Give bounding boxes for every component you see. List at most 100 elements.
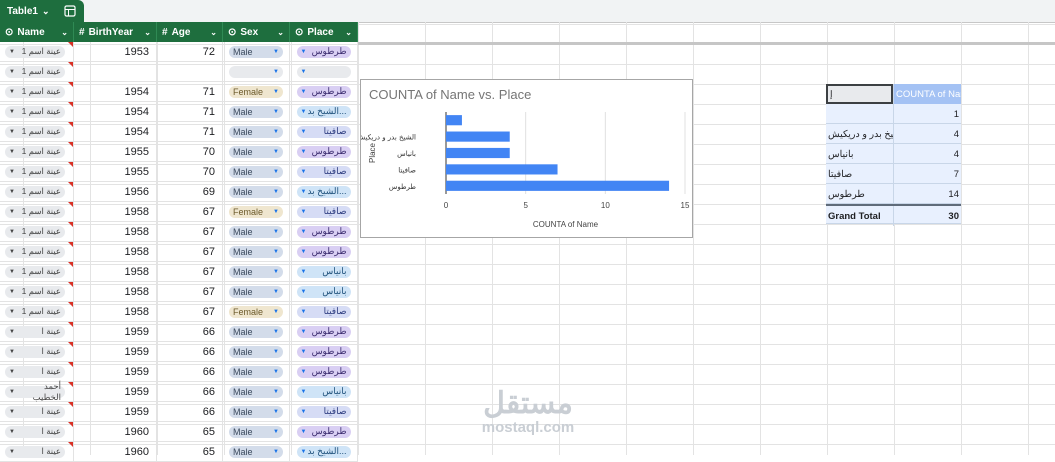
sex-chip[interactable]: Female ▼ bbox=[229, 85, 283, 98]
pivot-corner-cell[interactable]: إ bbox=[826, 84, 893, 104]
pivot-row[interactable]: بانياس 4 bbox=[826, 144, 961, 164]
place-cell[interactable]: ▼ طرطوس bbox=[290, 322, 358, 341]
dropdown-arrow-icon[interactable]: ▼ bbox=[9, 249, 15, 255]
name-cell[interactable]: عينة اسم 1 ▼ bbox=[0, 102, 74, 121]
dropdown-arrow-icon[interactable]: ▼ bbox=[273, 249, 279, 255]
dropdown-arrow-icon[interactable]: ▼ bbox=[301, 289, 307, 295]
dropdown-arrow-icon[interactable]: ▼ bbox=[273, 89, 279, 95]
place-chip[interactable]: ▼ طرطوس bbox=[296, 325, 351, 338]
birthyear-cell[interactable]: 1958 bbox=[74, 222, 157, 241]
table-row[interactable]: عينة اسم 1 ▼ 1958 67 Female ▼ ▼ صافيتا bbox=[0, 202, 358, 222]
table-row[interactable]: عينة اسم 1 ▼ 1956 69 Male ▼ ▼ الشيخ بد... bbox=[0, 182, 358, 202]
dropdown-arrow-icon[interactable]: ▼ bbox=[9, 289, 15, 295]
name-cell[interactable]: عينة اسم 1 ▼ bbox=[0, 62, 74, 81]
dropdown-arrow-icon[interactable]: ▼ bbox=[301, 329, 307, 335]
birthyear-cell[interactable]: 1958 bbox=[74, 202, 157, 221]
age-cell[interactable]: 67 bbox=[157, 282, 223, 301]
name-cell[interactable]: أحمد الخطيب ▼ bbox=[0, 381, 74, 402]
name-chip[interactable]: عينة اسم 1 ▼ bbox=[5, 205, 65, 218]
place-chip[interactable]: ▼ طرطوس bbox=[296, 365, 351, 378]
dropdown-arrow-icon[interactable]: ▼ bbox=[9, 269, 15, 275]
name-chip[interactable]: عينة اسم 1 ▼ bbox=[5, 185, 65, 198]
sex-chip[interactable]: Male ▼ bbox=[229, 45, 283, 58]
place-chip[interactable]: ▼ صافيتا bbox=[296, 125, 351, 138]
dropdown-arrow-icon[interactable]: ▼ bbox=[301, 369, 307, 375]
dropdown-arrow-icon[interactable]: ▼ bbox=[9, 189, 15, 195]
dropdown-arrow-icon[interactable]: ▼ bbox=[9, 49, 15, 55]
place-cell[interactable]: ▼ طرطوس bbox=[290, 362, 358, 381]
dropdown-arrow-icon[interactable]: ▼ bbox=[9, 229, 15, 235]
sex-cell[interactable]: Male ▼ bbox=[223, 102, 290, 121]
name-cell[interactable]: عينة اسم 1 ▼ bbox=[0, 42, 74, 61]
dropdown-arrow-icon[interactable]: ▼ bbox=[9, 129, 15, 135]
age-cell[interactable]: 66 bbox=[157, 342, 223, 361]
dropdown-arrow-icon[interactable]: ▼ bbox=[273, 129, 279, 135]
pivot-row[interactable]: صافيتا 7 bbox=[826, 164, 961, 184]
dropdown-arrow-icon[interactable]: ▼ bbox=[301, 149, 307, 155]
age-cell[interactable]: 66 bbox=[157, 382, 223, 401]
name-cell[interactable]: عينة ا ▼ bbox=[0, 322, 74, 341]
place-cell[interactable]: ▼ طرطوس bbox=[290, 142, 358, 161]
sex-chip[interactable]: Male ▼ bbox=[229, 225, 283, 238]
place-chip[interactable]: ▼ الشيخ بد... bbox=[296, 105, 351, 118]
sex-cell[interactable]: Male ▼ bbox=[223, 322, 290, 341]
name-chip[interactable]: عينة اسم 1 ▼ bbox=[5, 305, 65, 318]
dropdown-arrow-icon[interactable]: ▼ bbox=[301, 189, 307, 195]
place-chip[interactable]: ▼ صافيتا bbox=[296, 405, 351, 418]
table-row[interactable]: عينة اسم 1 ▼ ▼ ▼ bbox=[0, 62, 358, 82]
place-chip[interactable]: ▼ طرطوس bbox=[296, 145, 351, 158]
name-cell[interactable]: عينة اسم 1 ▼ bbox=[0, 302, 74, 321]
age-cell[interactable]: 67 bbox=[157, 202, 223, 221]
place-cell[interactable]: ▼ صافيتا bbox=[290, 402, 358, 421]
table-row[interactable]: عينة اسم 1 ▼ 1954 71 Male ▼ ▼ صافيتا bbox=[0, 122, 358, 142]
column-header-age[interactable]: # Age ⌄ bbox=[157, 22, 223, 42]
age-cell[interactable]: 70 bbox=[157, 162, 223, 181]
place-cell[interactable]: ▼ بانياس bbox=[290, 282, 358, 301]
name-chip[interactable]: عينة اسم 1 ▼ bbox=[5, 45, 65, 58]
place-cell[interactable]: ▼ الشيخ بد... bbox=[290, 182, 358, 201]
dropdown-arrow-icon[interactable]: ▼ bbox=[301, 89, 307, 95]
dropdown-arrow-icon[interactable]: ▼ bbox=[9, 409, 15, 415]
birthyear-cell[interactable]: 1959 bbox=[74, 342, 157, 361]
table-row[interactable]: عينة ا ▼ 1959 66 Male ▼ ▼ صافيتا bbox=[0, 402, 358, 422]
dropdown-arrow-icon[interactable]: ▼ bbox=[9, 109, 15, 115]
sex-chip[interactable]: Male ▼ bbox=[229, 265, 283, 278]
name-cell[interactable]: عينة اسم 1 ▼ bbox=[0, 202, 74, 221]
sex-cell[interactable]: Male ▼ bbox=[223, 422, 290, 441]
place-cell[interactable]: ▼ صافيتا bbox=[290, 302, 358, 321]
place-cell[interactable]: ▼ bbox=[290, 62, 358, 81]
pivot-row[interactable]: 1 bbox=[826, 104, 961, 124]
name-cell[interactable]: عينة ا ▼ bbox=[0, 342, 74, 361]
name-chip[interactable]: عينة اسم 1 ▼ bbox=[5, 225, 65, 238]
place-chip[interactable]: ▼ الشيخ بد... bbox=[296, 445, 351, 458]
dropdown-arrow-icon[interactable]: ▼ bbox=[9, 149, 15, 155]
name-cell[interactable]: عينة ا ▼ bbox=[0, 402, 74, 421]
age-cell[interactable]: 67 bbox=[157, 222, 223, 241]
sex-chip[interactable]: Male ▼ bbox=[229, 345, 283, 358]
column-header-birthyear[interactable]: # BirthYear ⌄ bbox=[74, 22, 157, 42]
place-cell[interactable]: ▼ طرطوس bbox=[290, 242, 358, 261]
table-row[interactable]: عينة اسم 1 ▼ 1958 67 Male ▼ ▼ بانياس bbox=[0, 262, 358, 282]
sex-cell[interactable]: Female ▼ bbox=[223, 302, 290, 321]
age-cell[interactable]: 69 bbox=[157, 182, 223, 201]
place-chip[interactable]: ▼ بانياس bbox=[296, 285, 351, 298]
birthyear-cell[interactable]: 1958 bbox=[74, 302, 157, 321]
birthyear-cell[interactable]: 1959 bbox=[74, 382, 157, 401]
sex-cell[interactable]: Male ▼ bbox=[223, 122, 290, 141]
dropdown-arrow-icon[interactable]: ▼ bbox=[9, 169, 15, 175]
place-cell[interactable]: ▼ الشيخ بد... bbox=[290, 442, 358, 461]
dropdown-arrow-icon[interactable]: ▼ bbox=[273, 189, 279, 195]
dropdown-arrow-icon[interactable]: ▼ bbox=[9, 449, 15, 455]
name-chip[interactable]: عينة اسم 1 ▼ bbox=[5, 85, 65, 98]
name-chip[interactable]: أحمد الخطيب ▼ bbox=[5, 381, 65, 402]
sex-cell[interactable]: Male ▼ bbox=[223, 222, 290, 241]
dropdown-arrow-icon[interactable]: ▼ bbox=[9, 329, 15, 335]
sex-chip[interactable]: Male ▼ bbox=[229, 185, 283, 198]
dropdown-arrow-icon[interactable]: ▼ bbox=[301, 429, 307, 435]
place-cell[interactable]: ▼ طرطوس bbox=[290, 422, 358, 441]
chevron-down-icon[interactable]: ⌄ bbox=[144, 28, 151, 37]
dropdown-arrow-icon[interactable]: ▼ bbox=[9, 429, 15, 435]
birthyear-cell[interactable]: 1955 bbox=[74, 142, 157, 161]
dropdown-arrow-icon[interactable]: ▼ bbox=[9, 209, 15, 215]
dropdown-arrow-icon[interactable]: ▼ bbox=[273, 369, 279, 375]
